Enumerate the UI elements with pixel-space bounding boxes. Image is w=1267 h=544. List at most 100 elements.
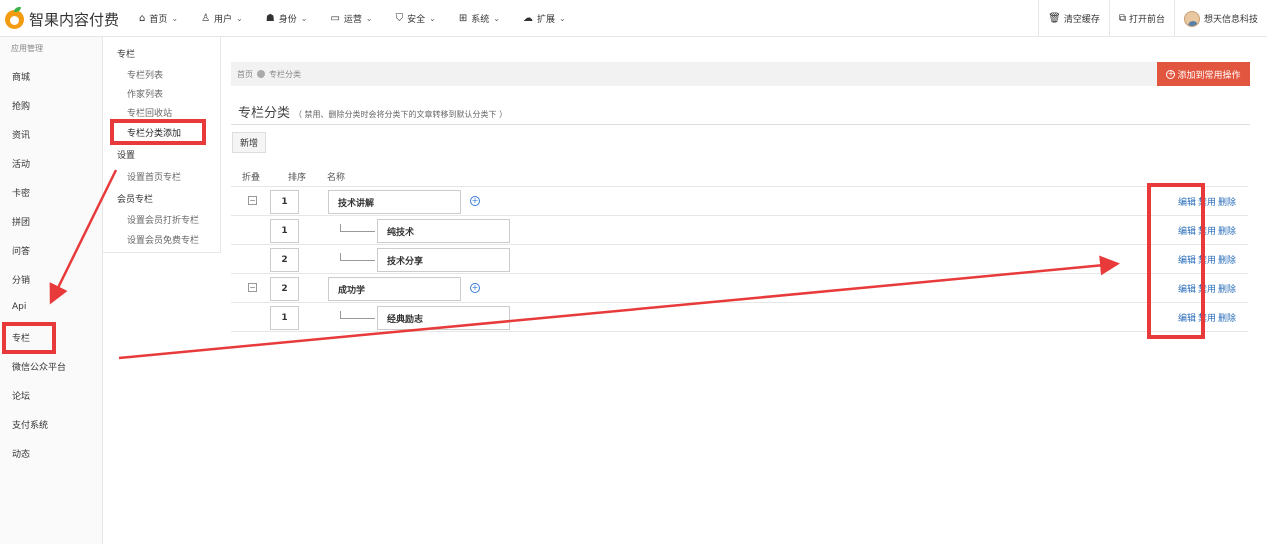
open-frontend-button[interactable]: ⧉ 打开前台 xyxy=(1108,0,1174,37)
breadcrumb: 首页 专栏分类 xyxy=(231,62,1250,86)
sidebar-item-feed[interactable]: 动态 xyxy=(12,447,30,460)
subnav-item-home-column[interactable]: 设置首页专栏 xyxy=(127,170,181,183)
main-nav: ⌂ 首页 ⌄ ♙ 用户 ⌄ ☗ 身份 ⌄ ▭ 运营 ⌄ ⛉ 安全 ⌄ ⊞ 系统 ⌄ ☁ 扩展 ⌄ xyxy=(139,0,589,37)
user-name: 想天信息科技 xyxy=(1203,15,1258,25)
annotation-box-sidebar xyxy=(2,322,56,354)
nav-home[interactable]: ⌂ 首页 ⌄ xyxy=(139,12,178,25)
sort-input[interactable]: 1 xyxy=(270,219,299,243)
row-divider xyxy=(231,331,1248,332)
tree-connector xyxy=(340,253,375,261)
tree-connector xyxy=(340,224,375,232)
sidebar-item-api[interactable]: Api xyxy=(12,302,26,312)
annotation-box-actions xyxy=(1147,183,1205,339)
collapse-toggle-icon[interactable]: − xyxy=(248,196,257,205)
sidebar-item-qa[interactable]: 问答 xyxy=(12,244,30,257)
nav-label: 运营 xyxy=(343,15,362,25)
shield-icon: ⛉ xyxy=(395,13,404,24)
avatar xyxy=(1183,10,1200,27)
subnav-item-member-free[interactable]: 设置会员免费专栏 xyxy=(127,233,199,246)
sidebar-item-distribution[interactable]: 分销 xyxy=(12,273,30,286)
breadcrumb-separator-icon xyxy=(257,70,265,78)
users-icon: ☗ xyxy=(265,13,275,24)
sidebar-item-flash-sale[interactable]: 抢购 xyxy=(12,99,30,112)
open-frontend-label: 打开前台 xyxy=(1128,15,1165,25)
user-icon: ♙ xyxy=(201,13,211,24)
windows-icon: ⊞ xyxy=(458,13,468,24)
subnav-item-column-list[interactable]: 专栏列表 xyxy=(127,68,163,81)
table-header-divider xyxy=(231,186,1248,187)
sort-input[interactable]: 2 xyxy=(270,248,299,272)
nav-users[interactable]: ♙ 用户 ⌄ xyxy=(201,12,243,25)
nav-identity[interactable]: ☗ 身份 ⌄ xyxy=(266,12,308,25)
clear-cache-button[interactable]: 🗑︎ 清空缓存 xyxy=(1038,0,1109,37)
nav-security[interactable]: ⛉ 安全 ⌄ xyxy=(396,12,436,25)
tree-connector xyxy=(340,311,375,319)
sidebar-item-mall[interactable]: 商城 xyxy=(12,70,30,83)
breadcrumb-current: 专栏分类 xyxy=(269,69,301,79)
chevron-down-icon: ⌄ xyxy=(493,14,500,23)
sidebar-item-card-keys[interactable]: 卡密 xyxy=(12,186,30,199)
delete-link[interactable]: 删除 xyxy=(1218,285,1236,295)
subnav-group-title: 设置 xyxy=(117,151,136,161)
cloud-icon: ☁ xyxy=(522,13,533,24)
nav-label: 安全 xyxy=(407,15,426,25)
nav-label: 扩展 xyxy=(536,15,555,25)
sort-input[interactable]: 1 xyxy=(270,306,299,330)
page-note: （ 禁用、删除分类时会将分类下的文章转移到默认分类下 ） xyxy=(294,110,508,119)
sidebar-item-wechat[interactable]: 微信公众平台 xyxy=(12,360,66,373)
column-header-fold: 折叠 xyxy=(242,173,261,183)
new-button[interactable]: 新增 xyxy=(232,132,266,153)
add-subcategory-icon[interactable]: + xyxy=(470,196,480,206)
sort-input[interactable]: 1 xyxy=(270,190,299,214)
plus-circle-icon: + xyxy=(1166,69,1176,79)
home-icon: ⌂ xyxy=(139,13,146,24)
nav-operations[interactable]: ▭ 运营 ⌄ xyxy=(330,12,372,25)
sidebar-item-payment[interactable]: 支付系统 xyxy=(12,418,48,431)
name-input[interactable]: 成功学 xyxy=(328,277,461,301)
page-title-row: 专栏分类（ 禁用、删除分类时会将分类下的文章转移到默认分类下 ） xyxy=(238,102,507,121)
add-to-common-button[interactable]: + 添加到常用操作 xyxy=(1157,62,1250,86)
sidebar-item-forum[interactable]: 论坛 xyxy=(12,389,30,402)
chevron-down-icon: ⌄ xyxy=(429,14,436,23)
chevron-down-icon: ⌄ xyxy=(236,14,243,23)
delete-link[interactable]: 删除 xyxy=(1218,227,1236,237)
app-title: 智果内容付费 xyxy=(29,10,120,29)
nav-extensions[interactable]: ☁ 扩展 ⌄ xyxy=(523,12,566,25)
monitor-icon: ▭ xyxy=(330,13,340,24)
name-input[interactable]: 经典励志 xyxy=(377,306,510,330)
logo[interactable]: 智果内容付费 xyxy=(5,6,120,30)
name-input[interactable]: 技术分享 xyxy=(377,248,510,272)
delete-link[interactable]: 删除 xyxy=(1218,314,1236,324)
sidebar-item-events[interactable]: 活动 xyxy=(12,157,30,170)
nav-label: 用户 xyxy=(214,15,233,25)
subnav-group-title: 会员专栏 xyxy=(117,195,154,205)
column-subnav: 专栏 专栏列表 作家列表 专栏回收站 专栏分类添加 设置 设置首页专栏 会员专栏… xyxy=(103,37,221,253)
collapse-toggle-icon[interactable]: − xyxy=(248,283,257,292)
subnav-item-member-discount[interactable]: 设置会员打折专栏 xyxy=(127,213,199,226)
name-input[interactable]: 纯技术 xyxy=(377,219,510,243)
breadcrumb-home[interactable]: 首页 xyxy=(237,69,253,80)
add-subcategory-icon[interactable]: + xyxy=(470,283,480,293)
sidebar-item-group-buy[interactable]: 拼团 xyxy=(12,215,30,228)
row-divider xyxy=(231,244,1248,245)
add-to-common-label: 添加到常用操作 xyxy=(1177,70,1241,81)
page-title: 专栏分类 xyxy=(238,106,291,121)
annotation-box-subnav xyxy=(110,119,206,145)
sort-input[interactable]: 2 xyxy=(270,277,299,301)
row-divider xyxy=(231,215,1248,216)
chevron-down-icon: ⌄ xyxy=(558,14,566,23)
subnav-item-recycle-bin[interactable]: 专栏回收站 xyxy=(127,106,172,119)
nav-label: 身份 xyxy=(278,15,297,25)
trash-icon: 🗑︎ xyxy=(1048,13,1061,24)
sidebar-heading: 应用管理 xyxy=(11,44,43,53)
user-menu[interactable]: 想天信息科技 xyxy=(1173,0,1267,37)
sidebar-item-news[interactable]: 资讯 xyxy=(12,128,30,141)
top-bar: 智果内容付费 ⌂ 首页 ⌄ ♙ 用户 ⌄ ☗ 身份 ⌄ ▭ 运营 ⌄ ⛉ 安全 ⌄ ⊞ 系统 ⌄ ☁ 扩展… xyxy=(0,0,1267,37)
delete-link[interactable]: 删除 xyxy=(1218,256,1236,266)
delete-link[interactable]: 删除 xyxy=(1218,198,1236,208)
nav-system[interactable]: ⊞ 系统 ⌄ xyxy=(459,12,500,25)
subnav-item-author-list[interactable]: 作家列表 xyxy=(127,87,163,100)
chevron-down-icon: ⌄ xyxy=(365,14,373,23)
clear-cache-label: 清空缓存 xyxy=(1063,15,1100,25)
name-input[interactable]: 技术讲解 xyxy=(328,190,461,214)
